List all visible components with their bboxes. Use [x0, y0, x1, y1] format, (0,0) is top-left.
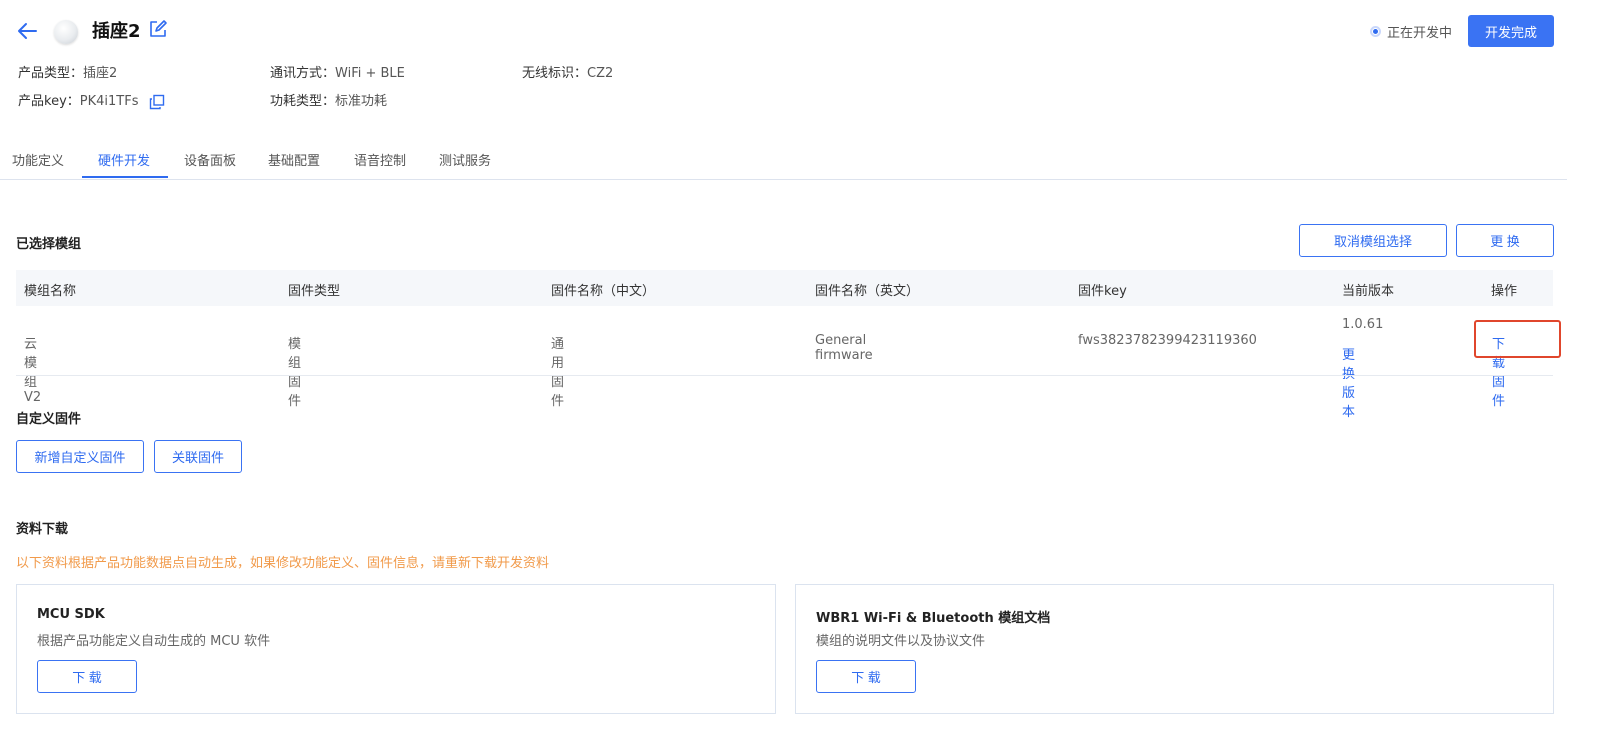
- module-table-header: 模组名称 固件类型 固件名称（中文） 固件名称（英文） 固件key 当前版本 操…: [16, 270, 1553, 306]
- info-wireless: 无线标识：CZ2: [522, 66, 614, 81]
- cell-module-name: 云模组V2: [24, 337, 42, 405]
- info-product-key: 产品key：PK4i1TFs: [18, 90, 165, 110]
- link-firmware-button[interactable]: 关联固件: [154, 440, 242, 473]
- card-description: 根据产品功能定义自动生成的 MCU 软件: [37, 634, 271, 649]
- finish-development-button[interactable]: 开发完成: [1468, 15, 1554, 47]
- tab-bar: 功能定义 硬件开发 设备面板 基础配置 语音控制 测试服务: [0, 140, 1567, 180]
- active-tab-indicator: [82, 176, 168, 178]
- row-divider: [16, 375, 1553, 376]
- product-thumbnail: [54, 20, 78, 44]
- add-custom-firmware-button[interactable]: 新增自定义固件: [16, 440, 144, 473]
- col-firmware-type: 固件类型: [288, 284, 341, 299]
- downloads-warning: 以下资料根据产品功能数据点自动生成，如果修改功能定义、固件信息，请重新下载开发资…: [16, 556, 550, 571]
- tab-voice-control[interactable]: 语音控制: [354, 150, 406, 180]
- custom-firmware-title: 自定义固件: [16, 412, 82, 427]
- info-product-type: 产品类型：插座2: [18, 66, 118, 81]
- col-module-name: 模组名称: [24, 284, 77, 299]
- tab-basic-config[interactable]: 基础配置: [268, 150, 320, 180]
- col-name-cn: 固件名称（中文）: [551, 284, 656, 299]
- mcu-sdk-card: MCU SDK 根据产品功能定义自动生成的 MCU 软件 下 载: [16, 584, 776, 714]
- module-doc-card: WBR1 Wi-Fi & Bluetooth 模组文档 模组的说明文件以及协议文…: [795, 584, 1554, 714]
- tab-test-service[interactable]: 测试服务: [439, 150, 491, 180]
- status-text: 正在开发中: [1386, 26, 1452, 41]
- card-description: 模组的说明文件以及协议文件: [816, 634, 986, 649]
- col-actions: 操作: [1491, 284, 1518, 299]
- tab-device-panel[interactable]: 设备面板: [184, 150, 236, 180]
- info-power: 功耗类型：标准功耗: [270, 94, 388, 109]
- cell-firmware-type: 模组固件: [288, 337, 302, 409]
- highlight-box: [1474, 320, 1561, 358]
- change-version-link[interactable]: 更换版本: [1342, 344, 1355, 420]
- status-dot-icon: [1369, 26, 1381, 37]
- selected-module-title: 已选择模组: [16, 237, 82, 252]
- cell-name-en: General firmware: [815, 333, 873, 363]
- replace-module-button[interactable]: 更 换: [1456, 224, 1554, 257]
- card-title: WBR1 Wi-Fi & Bluetooth 模组文档: [816, 611, 1051, 626]
- cancel-module-button[interactable]: 取消模组选择: [1299, 224, 1447, 257]
- page-title: 插座2: [92, 21, 141, 42]
- edit-icon[interactable]: [147, 18, 169, 40]
- copy-icon[interactable]: [149, 94, 165, 110]
- downloads-title: 资料下载: [16, 522, 69, 537]
- download-mcu-sdk-button[interactable]: 下 载: [37, 660, 137, 693]
- dev-status: 正在开发中: [1369, 22, 1452, 41]
- cell-name-cn: 通用固件: [551, 337, 565, 409]
- col-name-en: 固件名称（英文）: [815, 284, 920, 299]
- cell-firmware-key: fws3823782399423119360: [1078, 333, 1257, 348]
- info-comm: 通讯方式：WiFi + BLE: [270, 66, 405, 81]
- col-version: 当前版本: [1342, 284, 1395, 299]
- download-module-doc-button[interactable]: 下 载: [816, 660, 916, 693]
- cell-version: 1.0.61: [1342, 317, 1384, 332]
- tab-function-definition[interactable]: 功能定义: [12, 150, 64, 180]
- card-title: MCU SDK: [37, 607, 105, 622]
- back-arrow-icon[interactable]: [14, 18, 40, 44]
- col-firmware-key: 固件key: [1078, 284, 1127, 299]
